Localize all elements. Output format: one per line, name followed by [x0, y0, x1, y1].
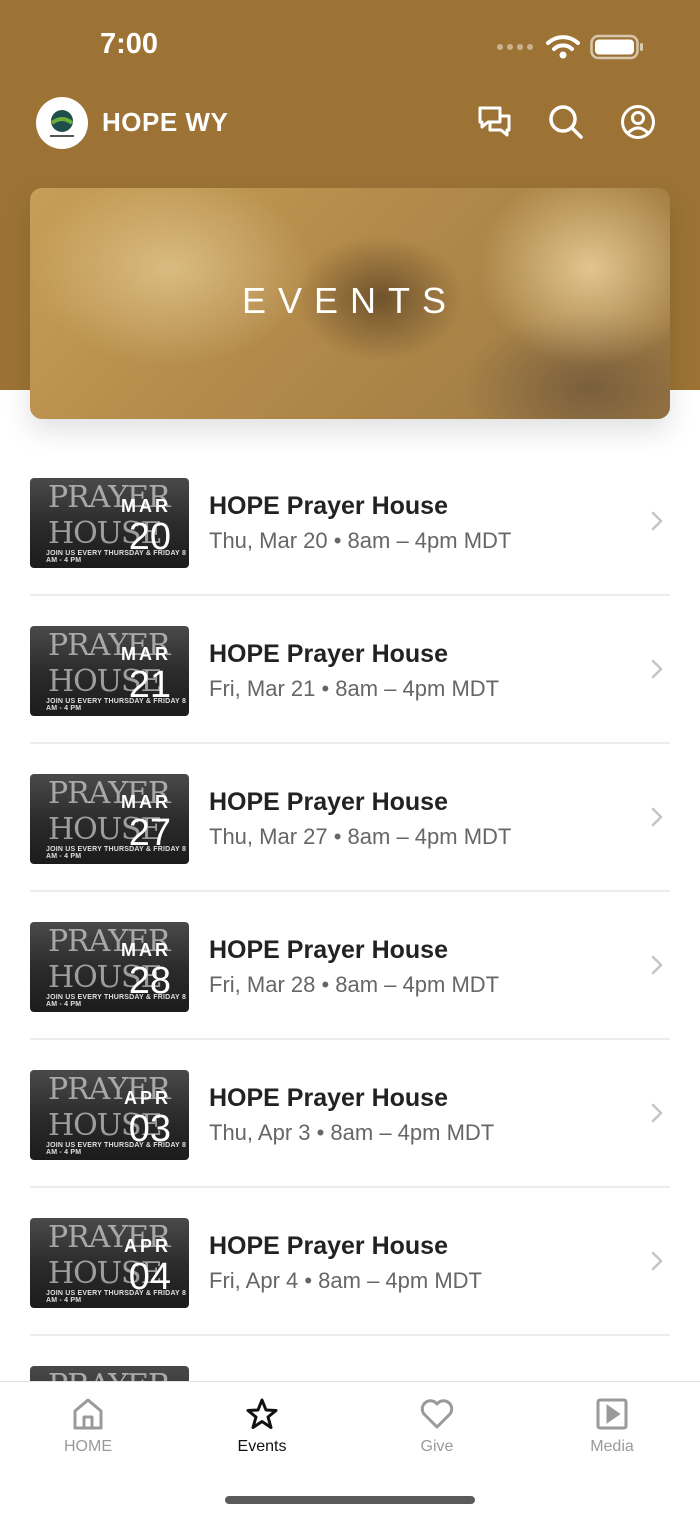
event-row[interactable]: PRAYER HOUSE MAR 28 JOIN US EVERY THURSDAY &… [30, 892, 670, 1040]
home-icon [18, 1394, 158, 1434]
chat-bubbles-icon[interactable] [475, 102, 515, 142]
event-datetime: Fri, Mar 28 • 8am – 4pm MDT [209, 972, 500, 997]
event-datetime: Thu, Apr 3 • 8am – 4pm MDT [209, 1120, 495, 1145]
chevron-right-icon [651, 1103, 663, 1123]
tab-home[interactable]: HOME [18, 1394, 158, 1456]
hero-title: EVENTS [241, 280, 459, 321]
thumbnail-month: APR [123, 1236, 171, 1256]
event-thumbnail: PRAYER HOUSE MAR 28 JOIN US EVERY THURSDAY &… [30, 922, 189, 1012]
event-thumbnail: PRAYER HOUSE APR 04 JOIN US EVERY THURSDAY &… [30, 1218, 189, 1308]
chevron-right-icon [651, 511, 663, 531]
church-logo[interactable] [36, 97, 88, 149]
tab-give[interactable]: Give [367, 1394, 507, 1456]
events-hero-banner: EVENTS [30, 188, 670, 419]
thumbnail-tagline: JOIN US EVERY THURSDAY & FRIDAY 8 AM - 4… [46, 1142, 187, 1156]
tab-label: Media [590, 1438, 634, 1455]
profile-icon[interactable] [618, 102, 658, 142]
event-thumbnail: PRAYER HOUSE MAR 20 JOIN US EVERY THURSDAY &… [30, 478, 189, 568]
event-thumbnail: PRAYER HOUSE APR 03 JOIN US EVERY THURSDAY &… [30, 1070, 189, 1160]
home-indicator [225, 1496, 475, 1504]
thumbnail-tagline: JOIN US EVERY THURSDAY & FRIDAY 8 AM - 4… [46, 846, 187, 860]
thumbnail-month: MAR [121, 644, 171, 664]
thumbnail-month: MAR [121, 940, 171, 960]
event-datetime: Thu, Mar 27 • 8am – 4pm MDT [209, 824, 512, 849]
event-row[interactable]: PRAYER HOUSE MAR 27 JOIN US EVERY THURSDAY &… [30, 744, 670, 892]
chevron-right-icon [651, 1251, 663, 1271]
thumbnail-tagline: JOIN US EVERY THURSDAY & FRIDAY 8 AM - 4… [46, 550, 187, 564]
thumbnail-tagline: JOIN US EVERY THURSDAY & FRIDAY 8 AM - 4… [46, 1290, 187, 1304]
search-icon[interactable] [546, 102, 586, 142]
top-app-bar: HOPE WY [0, 94, 700, 154]
event-title: HOPE Prayer House [209, 1232, 448, 1260]
tab-label: Events [237, 1438, 287, 1455]
chevron-right-icon [651, 807, 663, 827]
thumbnail-month: APR [123, 1088, 171, 1108]
star-icon [192, 1394, 332, 1434]
event-title: HOPE Prayer House [209, 492, 448, 520]
event-thumbnail: PRAYER HOUSE MAR 21 JOIN US EVERY THURSDAY &… [30, 626, 189, 716]
chevron-right-icon [651, 955, 663, 975]
event-row[interactable]: PRAYER HOUSE MAR 21 JOIN US EVERY THURSDAY &… [30, 596, 670, 744]
event-title: HOPE Prayer House [209, 640, 448, 668]
tab-label: Give [420, 1438, 454, 1455]
event-title: HOPE Prayer House [209, 936, 448, 964]
status-time: 7:00 [100, 28, 159, 60]
thumbnail-tagline: JOIN US EVERY THURSDAY & FRIDAY 8 AM - 4… [46, 698, 187, 712]
play-icon [542, 1394, 682, 1434]
event-thumbnail: PRAYER HOUSE MAR 27 JOIN US EVERY THURSDAY &… [30, 774, 189, 864]
signal-icon [497, 44, 533, 50]
tab-media[interactable]: Media [542, 1394, 682, 1456]
status-bar: 7:00 [0, 0, 700, 94]
chevron-right-icon [651, 659, 663, 679]
thumbnail-month: MAR [121, 496, 171, 516]
event-title: HOPE Prayer House [209, 1084, 448, 1112]
thumbnail-tagline: JOIN US EVERY THURSDAY & FRIDAY 8 AM - 4… [46, 994, 187, 1008]
event-title: HOPE Prayer House [209, 788, 448, 816]
heart-icon [367, 1394, 507, 1434]
thumbnail-month: MAR [121, 792, 171, 812]
event-datetime: Fri, Mar 21 • 8am – 4pm MDT [209, 676, 500, 701]
event-row[interactable]: PRAYER HOUSE APR 03 JOIN US EVERY THURSDAY &… [30, 1040, 670, 1188]
event-datetime: Thu, Mar 20 • 8am – 4pm MDT [209, 528, 512, 553]
battery-icon [590, 34, 643, 60]
wifi-icon [546, 35, 580, 59]
event-datetime: Fri, Apr 4 • 8am – 4pm MDT [209, 1268, 482, 1293]
event-row[interactable]: PRAYER HOUSE MAR 20 JOIN US EVERY THURSDAY &… [30, 448, 670, 596]
tab-label: HOME [64, 1438, 112, 1455]
app-title: HOPE WY [102, 107, 229, 137]
event-row[interactable]: PRAYER HOUSE APR 04 JOIN US EVERY THURSDAY &… [30, 1188, 670, 1336]
tab-events[interactable]: Events [192, 1394, 332, 1456]
status-indicators [496, 34, 644, 60]
